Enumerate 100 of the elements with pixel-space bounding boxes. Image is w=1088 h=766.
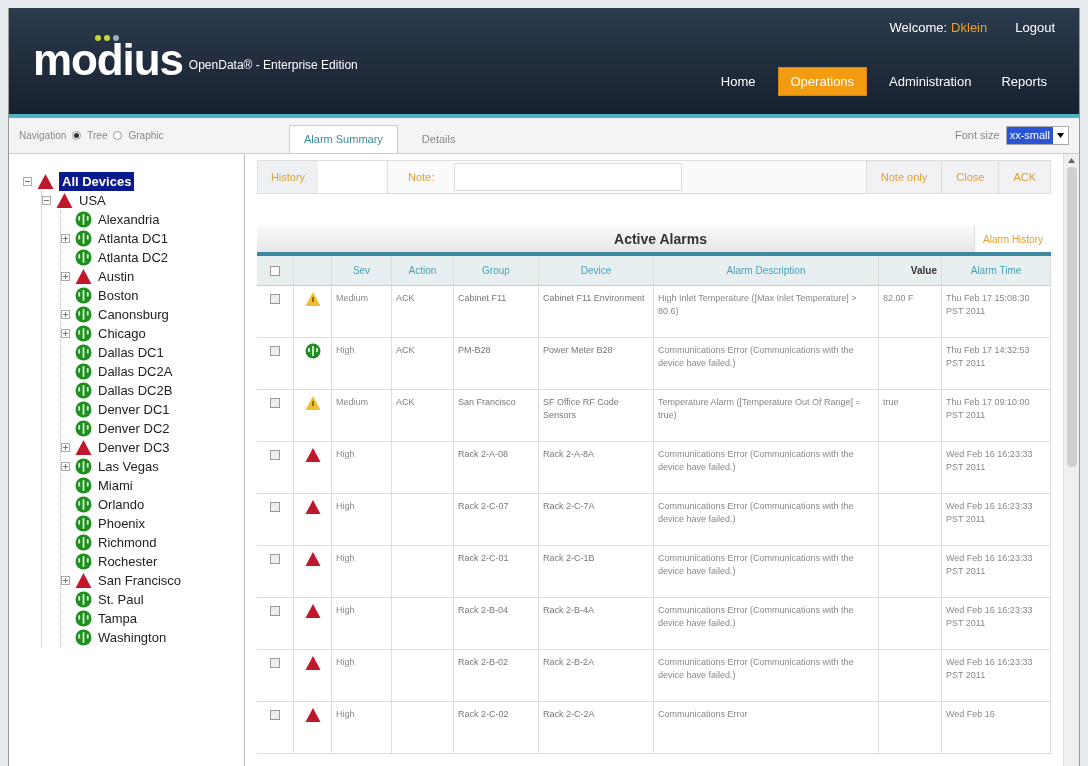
severity-cell-text: High bbox=[336, 604, 356, 617]
severity-cell-text: High bbox=[336, 500, 356, 513]
checkbox[interactable] bbox=[270, 502, 280, 512]
tree-item[interactable]: Dallas DC2A bbox=[97, 361, 174, 382]
device-link[interactable]: Power Meter B28 bbox=[543, 344, 649, 357]
tree-item[interactable]: Canonsburg bbox=[97, 304, 170, 325]
expand-icon[interactable] bbox=[61, 329, 70, 338]
checkbox[interactable] bbox=[270, 658, 280, 668]
edition-label: OpenData® - Enterprise Edition bbox=[188, 57, 358, 74]
description-cell-text: Communications Error (Communications with the device have failed.) bbox=[658, 552, 855, 578]
group-link[interactable]: Rack 2-C-02 bbox=[458, 708, 534, 721]
device-link[interactable]: Rack 2-C-1B bbox=[543, 552, 649, 565]
checkbox[interactable] bbox=[270, 710, 280, 720]
checkbox[interactable] bbox=[270, 606, 280, 616]
expand-icon[interactable] bbox=[61, 462, 70, 471]
checkbox[interactable] bbox=[270, 554, 280, 564]
description-cell-text: Temperature Alarm ([Temperature Out Of Range] = true) bbox=[658, 396, 862, 422]
time-cell-text: Wed Feb 16 16:23:33 PST 2011 bbox=[946, 656, 1034, 682]
tree-item[interactable]: St. Paul bbox=[97, 589, 145, 610]
tab[interactable]: Alarm Summary bbox=[289, 125, 398, 153]
group-link[interactable]: Rack 2-B-04 bbox=[458, 604, 534, 617]
nav-link[interactable]: Home bbox=[712, 67, 764, 95]
tree-item[interactable]: Chicago bbox=[97, 323, 147, 344]
logout-link[interactable]: Logout bbox=[1015, 18, 1055, 38]
group-link[interactable]: San Francisco bbox=[458, 396, 534, 409]
tree-item[interactable]: Washington bbox=[97, 627, 168, 648]
radio-button[interactable] bbox=[113, 131, 123, 140]
tree-item[interactable]: Atlanta DC2 bbox=[97, 247, 170, 268]
time-cell-text: Wed Feb 16 bbox=[946, 708, 996, 721]
device-link[interactable]: SF Office RF Code Sensors bbox=[543, 396, 649, 422]
column-header[interactable]: Sev bbox=[332, 256, 392, 285]
collapse-icon[interactable] bbox=[23, 177, 32, 186]
checkbox[interactable] bbox=[270, 398, 280, 408]
expand-icon[interactable] bbox=[61, 234, 70, 243]
font-size-select[interactable]: xx-small bbox=[1005, 126, 1069, 145]
tree-item[interactable]: Austin bbox=[97, 266, 136, 287]
scrollbar-thumb[interactable] bbox=[1066, 167, 1077, 467]
expand-icon[interactable] bbox=[61, 310, 70, 319]
group-link[interactable]: Rack 2-C-01 bbox=[458, 552, 534, 565]
input-field[interactable] bbox=[318, 161, 388, 193]
description-cell-text: Communications Error (Communications with the device have failed.) bbox=[658, 604, 855, 630]
action-cell[interactable]: ACK bbox=[396, 344, 449, 357]
expand-icon[interactable] bbox=[61, 576, 70, 585]
device-link[interactable]: Rack 2-C-7A bbox=[543, 500, 649, 513]
tree-item[interactable]: All Devices bbox=[59, 171, 135, 192]
tree-item[interactable]: Phoenix bbox=[97, 513, 146, 534]
tree-item[interactable]: Tampa bbox=[97, 608, 139, 629]
group-link[interactable]: Rack 2-B-02 bbox=[458, 656, 534, 669]
group-link[interactable]: Rack 2-A-08 bbox=[458, 448, 534, 461]
checkbox[interactable] bbox=[270, 265, 280, 276]
tree-item[interactable]: Denver DC3 bbox=[97, 437, 171, 458]
device-link[interactable]: Cabinet F11 Environment bbox=[543, 292, 649, 305]
tree-item[interactable]: Las Vegas bbox=[97, 456, 160, 477]
column-header[interactable]: Action bbox=[392, 256, 454, 285]
nav-link[interactable]: Reports bbox=[993, 67, 1055, 95]
note-field[interactable] bbox=[454, 163, 683, 191]
scroll-up-icon[interactable] bbox=[1068, 158, 1075, 163]
device-link[interactable]: Rack 2-C-2A bbox=[543, 708, 649, 721]
severity-cell-text: High bbox=[336, 448, 356, 461]
device-link[interactable]: Rack 2-A-8A bbox=[543, 448, 649, 461]
tree-item[interactable]: Denver DC1 bbox=[97, 399, 171, 420]
radio-button[interactable] bbox=[72, 131, 82, 140]
collapse-icon[interactable] bbox=[42, 196, 51, 205]
action-cell[interactable]: ACK bbox=[396, 292, 449, 305]
expand-icon[interactable] bbox=[61, 272, 70, 281]
group-link[interactable]: Cabinet F11 bbox=[458, 292, 534, 305]
tree-item[interactable]: Denver DC2 bbox=[97, 418, 171, 439]
device-link[interactable]: Rack 2-B-2A bbox=[543, 656, 649, 669]
tree-item[interactable]: San Francisco bbox=[97, 570, 183, 591]
device-link[interactable]: Rack 2-B-4A bbox=[543, 604, 649, 617]
tree-item[interactable]: Boston bbox=[97, 285, 140, 306]
severity-cell-text: Medium bbox=[336, 396, 369, 409]
checkbox[interactable] bbox=[270, 294, 280, 304]
severity-cell-text: Medium bbox=[336, 292, 369, 305]
dots-icon bbox=[95, 35, 121, 41]
checkbox[interactable] bbox=[270, 450, 280, 460]
nav-link[interactable]: Administration bbox=[881, 67, 980, 95]
tree-item[interactable]: Dallas DC1 bbox=[97, 342, 165, 363]
group-link[interactable]: PM-B28 bbox=[458, 344, 534, 357]
tree-item[interactable]: Orlando bbox=[97, 494, 146, 515]
group-link[interactable]: Rack 2-C-07 bbox=[458, 500, 534, 513]
action-cell[interactable]: ACK bbox=[396, 396, 449, 409]
expand-icon[interactable] bbox=[61, 443, 70, 452]
note-label: Note: bbox=[407, 169, 436, 185]
tree-item[interactable]: Rochester bbox=[97, 551, 159, 572]
tab[interactable]: Details bbox=[407, 125, 470, 153]
tree-item[interactable]: Miami bbox=[97, 475, 134, 496]
column-header[interactable]: Device bbox=[539, 256, 654, 285]
time-cell-text: Thu Feb 17 14:32:53 PST 2011 bbox=[946, 344, 1031, 370]
column-header[interactable]: Alarm Time bbox=[942, 256, 1051, 285]
tree-item[interactable]: Atlanta DC1 bbox=[97, 228, 170, 249]
column-header[interactable]: Group bbox=[454, 256, 539, 285]
radio-label: Graphic bbox=[128, 129, 164, 143]
tree-item[interactable]: Richmond bbox=[97, 532, 158, 553]
tree-item[interactable]: USA bbox=[78, 190, 107, 211]
scrollbar[interactable] bbox=[1063, 154, 1079, 766]
column-header[interactable]: Alarm Description bbox=[654, 256, 879, 285]
tree-item[interactable]: Dallas DC2B bbox=[97, 380, 174, 401]
tree-item[interactable]: Alexandria bbox=[97, 209, 161, 230]
checkbox[interactable] bbox=[270, 346, 280, 356]
